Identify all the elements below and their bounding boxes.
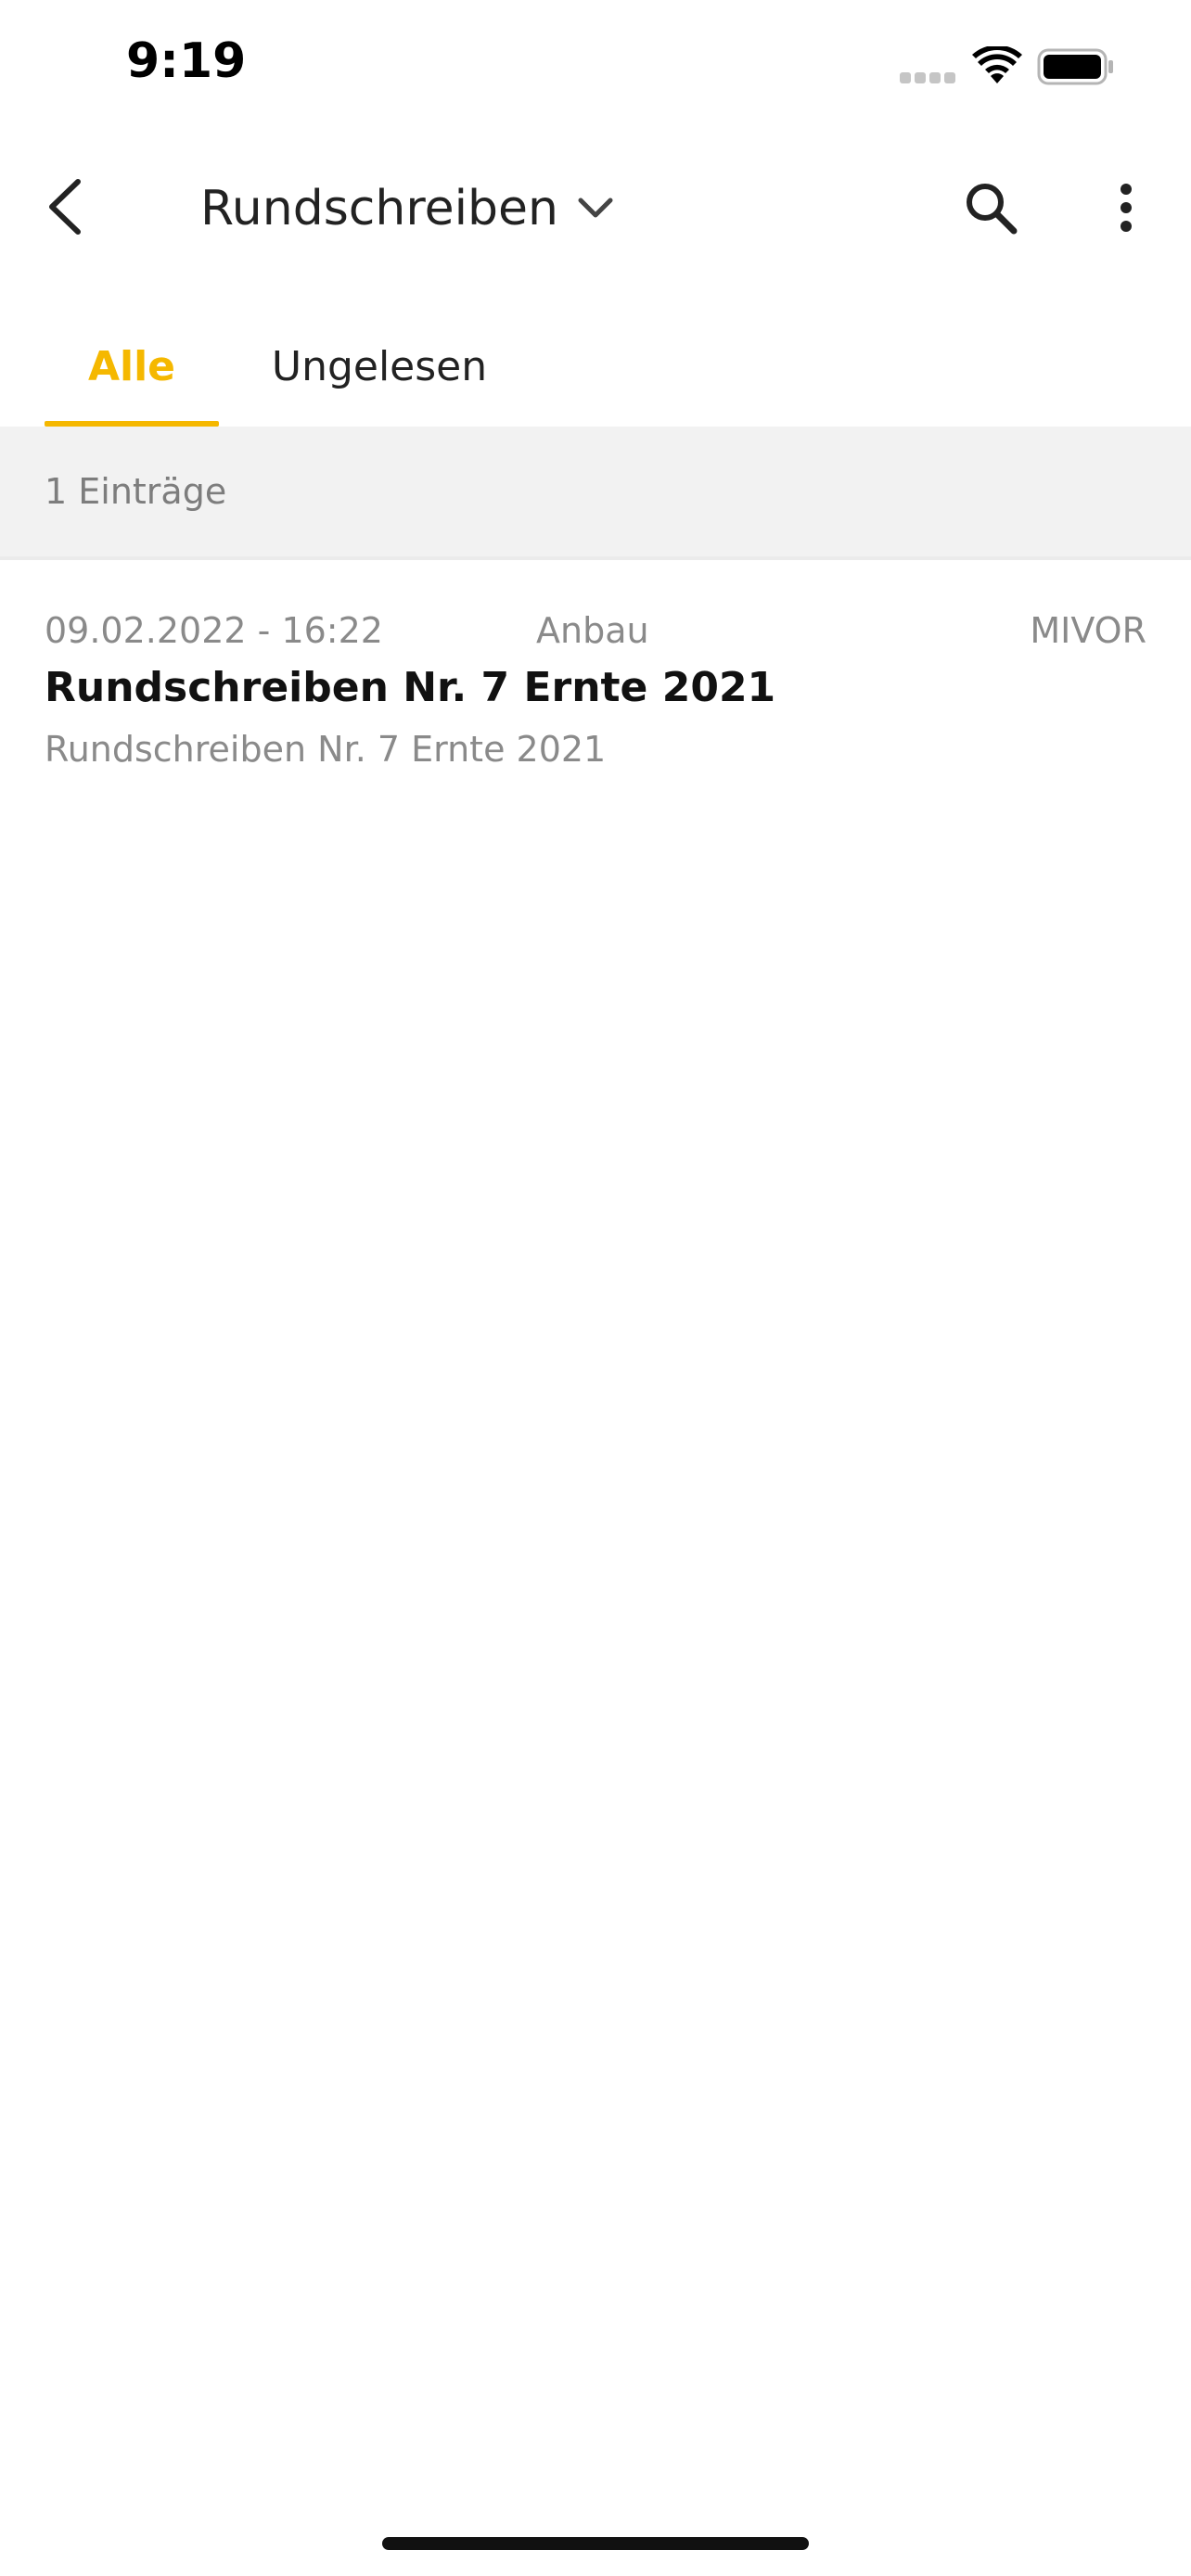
tab-all[interactable]: Alle [45,306,219,427]
more-vertical-icon [1117,182,1135,238]
list-item[interactable]: 09.02.2022 - 16:22 Anbau MIVOR Rundschre… [0,566,1191,788]
tab-bar: Alle Ungelesen [0,306,1191,427]
search-button[interactable] [955,174,1026,245]
entries-count-strip: 1 Einträge [0,427,1191,556]
search-icon [963,180,1018,240]
chevron-down-icon [577,197,614,221]
status-bar: 9:19 [0,0,1191,130]
title-dropdown[interactable]: Rundschreiben [200,176,614,241]
battery-icon [1037,48,1115,85]
item-date: 09.02.2022 - 16:22 [45,610,383,651]
page-title: Rundschreiben [200,181,558,236]
tab-unread[interactable]: Ungelesen [249,306,510,427]
chevron-left-icon [45,178,85,240]
entries-count: 1 Einträge [45,471,227,512]
divider [0,556,1191,560]
more-options-button[interactable] [1091,174,1161,245]
item-category: Anbau [536,610,649,651]
item-preview: Rundschreiben Nr. 7 Ernte 2021 [45,729,607,770]
item-title: Rundschreiben Nr. 7 Ernte 2021 [45,664,776,711]
back-button[interactable] [28,167,102,250]
status-time: 9:19 [126,33,247,89]
item-sender: MIVOR [1030,610,1146,651]
nav-bar: Rundschreiben [0,148,1191,269]
home-indicator[interactable] [382,2537,809,2550]
cellular-signal-icon [900,72,959,85]
wifi-icon [972,45,1022,85]
